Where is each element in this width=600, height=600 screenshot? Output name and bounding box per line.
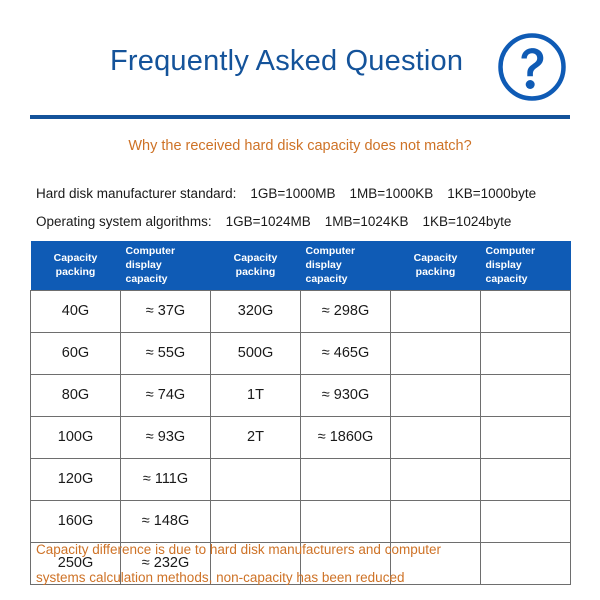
table-cell: ≈ 298G [300, 289, 391, 333]
standard-label: Operating system algorithms: [36, 214, 212, 229]
capacity-table-head: Capacity packing Computer display capacit… [30, 241, 571, 291]
table-cell: 500G [210, 331, 301, 375]
table-cell: ≈ 1860G [300, 415, 391, 459]
table-cell: ≈ 74G [120, 373, 211, 417]
table-column-header: Capacity packing [30, 241, 121, 291]
table-cell: 120G [30, 457, 121, 501]
table-cell: 2T [210, 415, 301, 459]
standard-value-kb: 1KB=1024byte [422, 214, 512, 229]
page-title: Frequently Asked Question [110, 45, 464, 77]
table-cell: 100G [30, 415, 121, 459]
table-row: 60G ≈ 55G 500G ≈ 465G [30, 331, 571, 375]
standard-line-manufacturer: Hard disk manufacturer standard: 1GB=1000… [36, 186, 536, 201]
table-cell [480, 415, 571, 459]
table-cell [480, 289, 571, 333]
table-row: 40G ≈ 37G 320G ≈ 298G [30, 289, 571, 333]
capacity-table-wrapper: Capacity packing Computer display capacit… [30, 241, 571, 585]
table-cell: 60G [30, 331, 121, 375]
standard-value-mb: 1MB=1000KB [349, 186, 434, 201]
table-header-row: Capacity packing Computer display capacit… [30, 241, 571, 291]
table-cell [390, 289, 481, 333]
standard-line-os: Operating system algorithms: 1GB=1024MB 1M… [36, 214, 511, 229]
table-cell: ≈ 930G [300, 373, 391, 417]
table-column-header: Computer display capacity [120, 241, 211, 291]
table-cell [480, 373, 571, 417]
table-column-header: Computer display capacity [300, 241, 391, 291]
standard-value-gb: 1GB=1024MB [225, 214, 311, 229]
table-cell: ≈ 93G [120, 415, 211, 459]
table-row: 100G ≈ 93G 2T ≈ 1860G [30, 415, 571, 459]
table-row: 80G ≈ 74G 1T ≈ 930G [30, 373, 571, 417]
table-cell: ≈ 55G [120, 331, 211, 375]
standard-value-gb: 1GB=1000MB [250, 186, 336, 201]
table-column-header: Capacity packing [390, 241, 481, 291]
table-cell: 1T [210, 373, 301, 417]
table-cell: ≈ 465G [300, 331, 391, 375]
subtitle-question: Why the received hard disk capacity does… [128, 138, 472, 154]
table-cell [480, 331, 571, 375]
table-cell: ≈ 111G [120, 457, 211, 501]
table-cell [390, 457, 481, 501]
table-column-header: Computer display capacity [480, 241, 571, 291]
table-cell [210, 457, 301, 501]
table-cell: 40G [30, 289, 121, 333]
page-header: Frequently Asked Question [0, 0, 600, 112]
footer-note: Capacity difference is due to hard disk … [36, 536, 566, 592]
standard-value-mb: 1MB=1024KB [324, 214, 409, 229]
table-column-header: Capacity packing [210, 241, 301, 291]
table-cell: 80G [30, 373, 121, 417]
footer-line-2: systems calculation methods, non-capacit… [36, 570, 405, 585]
table-cell [390, 415, 481, 459]
header-divider [30, 115, 570, 119]
capacity-table: Capacity packing Computer display capacit… [30, 241, 571, 585]
table-cell: ≈ 37G [120, 289, 211, 333]
standard-label: Hard disk manufacturer standard: [36, 186, 237, 201]
question-mark-circle-icon [496, 31, 568, 103]
table-cell [480, 457, 571, 501]
footer-line-1: Capacity difference is due to hard disk … [36, 542, 441, 557]
table-cell [300, 457, 391, 501]
table-row: 120G ≈ 111G [30, 457, 571, 501]
standard-value-kb: 1KB=1000byte [447, 186, 537, 201]
table-cell: 320G [210, 289, 301, 333]
table-cell [390, 373, 481, 417]
table-cell [390, 331, 481, 375]
